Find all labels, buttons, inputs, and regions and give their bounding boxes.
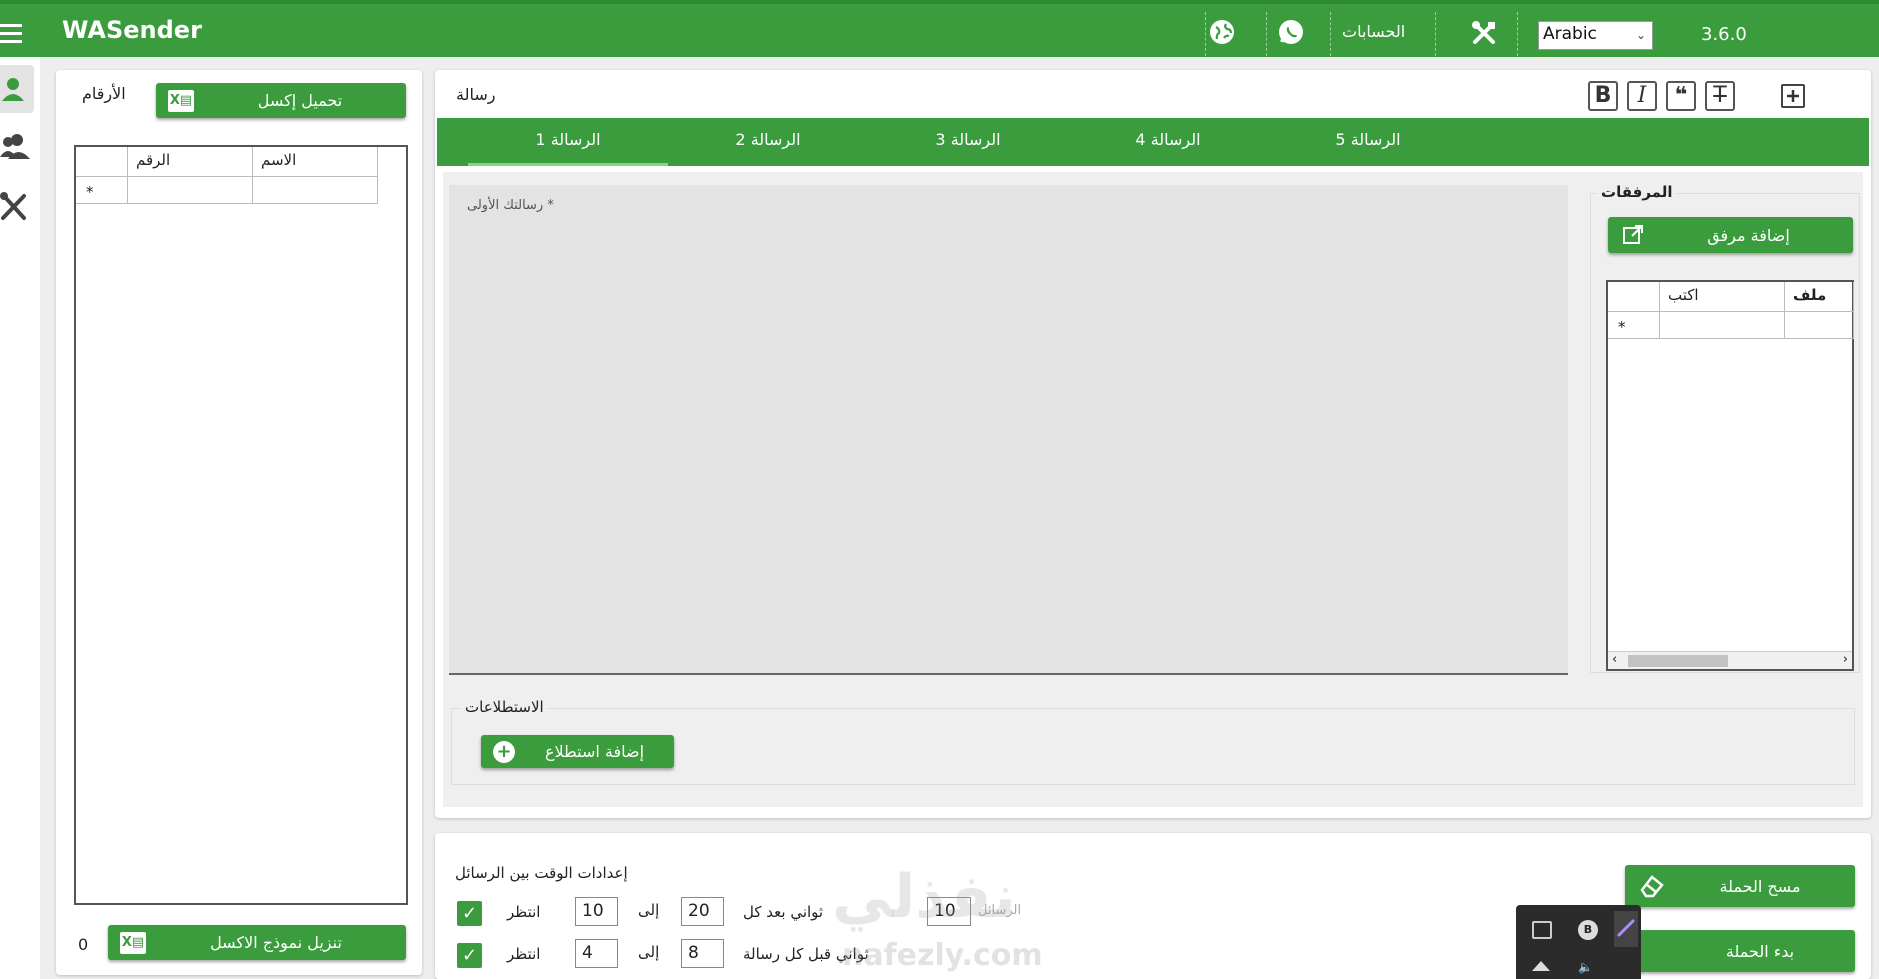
external-link-icon <box>1622 224 1644 246</box>
scrollbar-thumb[interactable] <box>1628 655 1728 667</box>
to-label: إلى <box>638 901 660 919</box>
numbers-count: 0 <box>78 935 89 954</box>
column-header-file[interactable]: ملف <box>1785 282 1854 312</box>
new-row-marker: * <box>1608 312 1660 339</box>
new-row-marker: * <box>76 177 128 204</box>
tab-message-2[interactable]: الرسالة 2 <box>668 130 868 149</box>
separator <box>1435 12 1436 56</box>
whatsapp-icon[interactable] <box>1277 18 1305 46</box>
separator <box>1517 12 1518 56</box>
scroll-left-icon[interactable]: ‹ <box>1612 652 1617 667</box>
add-poll-button[interactable]: + إضافة استطلاع <box>481 735 674 768</box>
horizontal-scrollbar[interactable]: ‹ › <box>1608 651 1852 669</box>
app-tray-icon[interactable]: B <box>1578 920 1598 940</box>
to-label: إلى <box>638 943 660 961</box>
add-attachment-button[interactable]: إضافة مرفق <box>1608 217 1853 253</box>
separator <box>1205 12 1206 56</box>
tab-message-1[interactable]: الرسالة 1 <box>468 130 668 149</box>
column-header-number[interactable]: الرقم <box>128 147 253 177</box>
seconds-after-label: ثواني بعد كل <box>743 903 824 921</box>
separator <box>1266 12 1267 56</box>
row-header-corner <box>76 147 128 177</box>
send-icon[interactable] <box>1532 961 1550 971</box>
volume-icon[interactable]: 🔈 <box>1578 960 1593 974</box>
message-textarea[interactable]: رسالتك الأولى * <box>449 185 1568 675</box>
active-tab-indicator <box>468 163 668 166</box>
wait-label: انتظر <box>507 903 541 921</box>
scroll-right-icon[interactable]: › <box>1843 652 1848 667</box>
side-nav <box>0 57 40 979</box>
load-excel-label: تحميل إكسل <box>257 91 343 110</box>
message-title: رسالة <box>456 85 496 104</box>
table-cell[interactable] <box>1660 312 1785 339</box>
version-label: 3.6.0 <box>1701 24 1747 45</box>
monitor-icon[interactable] <box>1532 921 1552 939</box>
watermark-url: nafezly.com <box>842 938 1043 973</box>
pen-icon[interactable] <box>1614 911 1638 947</box>
numbers-table[interactable]: الرقم الاسم * <box>74 145 408 905</box>
clear-campaign-button[interactable]: مسح الحملة <box>1625 865 1855 907</box>
tab-message-5[interactable]: الرسالة 5 <box>1268 130 1468 149</box>
globe-icon[interactable] <box>1208 18 1236 46</box>
nav-item-contacts[interactable] <box>0 65 34 113</box>
wait-before-checkbox[interactable]: ✓ <box>457 943 482 968</box>
timing-title: إعدادات الوقت بين الرسائل <box>455 864 628 882</box>
strikethrough-button[interactable]: T <box>1705 81 1735 111</box>
app-title: WASender <box>62 16 202 44</box>
download-template-button[interactable]: X▤ تنزيل نموذج الاكسل <box>108 925 406 960</box>
separator <box>1330 12 1331 56</box>
clear-campaign-label: مسح الحملة <box>1719 876 1801 896</box>
chevron-down-icon: ⌄ <box>1635 28 1646 42</box>
attachments-title: المرفقات <box>1597 183 1677 201</box>
column-header-name[interactable]: الاسم <box>253 147 378 177</box>
start-campaign-button[interactable]: بدء الحملة <box>1625 930 1855 972</box>
table-cell[interactable] <box>128 177 253 204</box>
plus-circle-icon: + <box>493 740 515 763</box>
quote-button[interactable]: ❝ <box>1666 81 1696 111</box>
numbers-title: الأرقام <box>82 84 126 103</box>
system-tray-popup: B 🔈 <box>1516 905 1641 979</box>
tab-message-4[interactable]: الرسالة 4 <box>1068 130 1268 149</box>
settings-tools-icon[interactable] <box>1471 20 1497 46</box>
column-header-write[interactable]: اكتب <box>1660 282 1785 312</box>
load-excel-button[interactable]: X▤ تحميل إكسل <box>156 83 406 118</box>
accounts-button[interactable]: الحسابات <box>1342 22 1405 41</box>
wait-after-from-input[interactable]: 10 <box>575 897 618 926</box>
table-cell[interactable] <box>253 177 378 204</box>
tab-message-3[interactable]: الرسالة 3 <box>868 130 1068 149</box>
wait-before-from-input[interactable]: 4 <box>575 939 618 968</box>
row-header-corner <box>1608 282 1660 312</box>
excel-icon: X▤ <box>120 931 146 954</box>
polls-title: الاستطلاعات <box>461 698 548 716</box>
wait-after-checkbox[interactable]: ✓ <box>457 901 482 926</box>
menu-icon[interactable] <box>0 24 22 48</box>
language-value: Arabic <box>1543 24 1597 44</box>
wait-after-to-input[interactable]: 20 <box>681 897 724 926</box>
add-tab-icon[interactable] <box>1781 84 1805 108</box>
wait-label: انتظر <box>507 945 541 963</box>
italic-button[interactable]: I <box>1627 81 1657 111</box>
bold-button[interactable]: B <box>1588 81 1618 111</box>
message-placeholder: رسالتك الأولى * <box>467 198 554 213</box>
add-attachment-label: إضافة مرفق <box>1707 225 1790 245</box>
tools-icon[interactable] <box>0 191 30 223</box>
eraser-icon <box>1639 873 1665 899</box>
wait-before-to-input[interactable]: 8 <box>681 939 724 968</box>
download-template-label: تنزيل نموذج الاكسل <box>210 933 342 952</box>
attachments-table[interactable]: اكتب ملف * ‹ › <box>1606 280 1854 671</box>
table-cell[interactable] <box>1785 312 1854 339</box>
watermark-logo: نفذلي <box>832 862 1016 932</box>
start-campaign-label: بدء الحملة <box>1725 941 1795 961</box>
group-icon[interactable] <box>0 133 34 169</box>
add-poll-label: إضافة استطلاع <box>544 742 645 761</box>
top-bar: WASender الحسابات Arabic ⌄ 3.6.0 <box>0 0 1879 57</box>
language-select[interactable]: Arabic ⌄ <box>1538 21 1653 50</box>
excel-icon: X▤ <box>168 89 194 112</box>
